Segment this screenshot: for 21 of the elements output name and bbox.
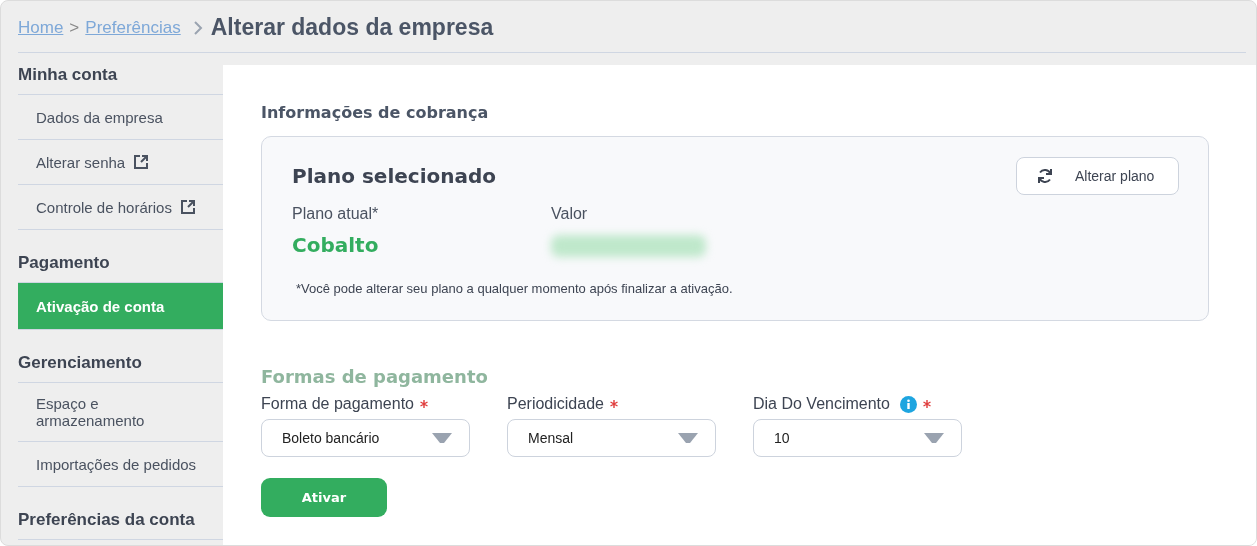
select-field[interactable]: 10 xyxy=(753,419,962,457)
dropdown-caret-icon xyxy=(677,432,699,444)
field-label: Periodicidade xyxy=(507,395,604,413)
plan-name: Cobalto xyxy=(292,233,380,257)
change-plan-button[interactable]: Alterar plano xyxy=(1016,157,1179,195)
select-field[interactable]: Boleto bancário xyxy=(261,419,470,457)
chevron-icon xyxy=(192,19,203,36)
dropdown-caret-icon xyxy=(431,432,453,444)
refresh-icon xyxy=(1037,168,1053,184)
field-label: Plano atual* xyxy=(292,205,380,223)
card-title: Plano selecionado xyxy=(292,164,497,188)
breadcrumb-separator: > xyxy=(69,17,80,38)
section-title: Informações de cobrança xyxy=(261,103,490,122)
select-field[interactable]: Mensal xyxy=(507,419,716,457)
field-label: Dia Do Vencimento xyxy=(753,395,890,413)
field-label: Valor xyxy=(551,205,589,223)
field-label: Forma de pagamento xyxy=(261,395,414,413)
section-title: Formas de pagamento xyxy=(261,366,489,387)
page-title: Alterar dados da empresa xyxy=(210,14,494,41)
dropdown-caret-icon xyxy=(923,432,945,444)
plan-note: *Você pode alterar seu plano a qualquer momento após finalizar a ativação. xyxy=(295,281,734,296)
